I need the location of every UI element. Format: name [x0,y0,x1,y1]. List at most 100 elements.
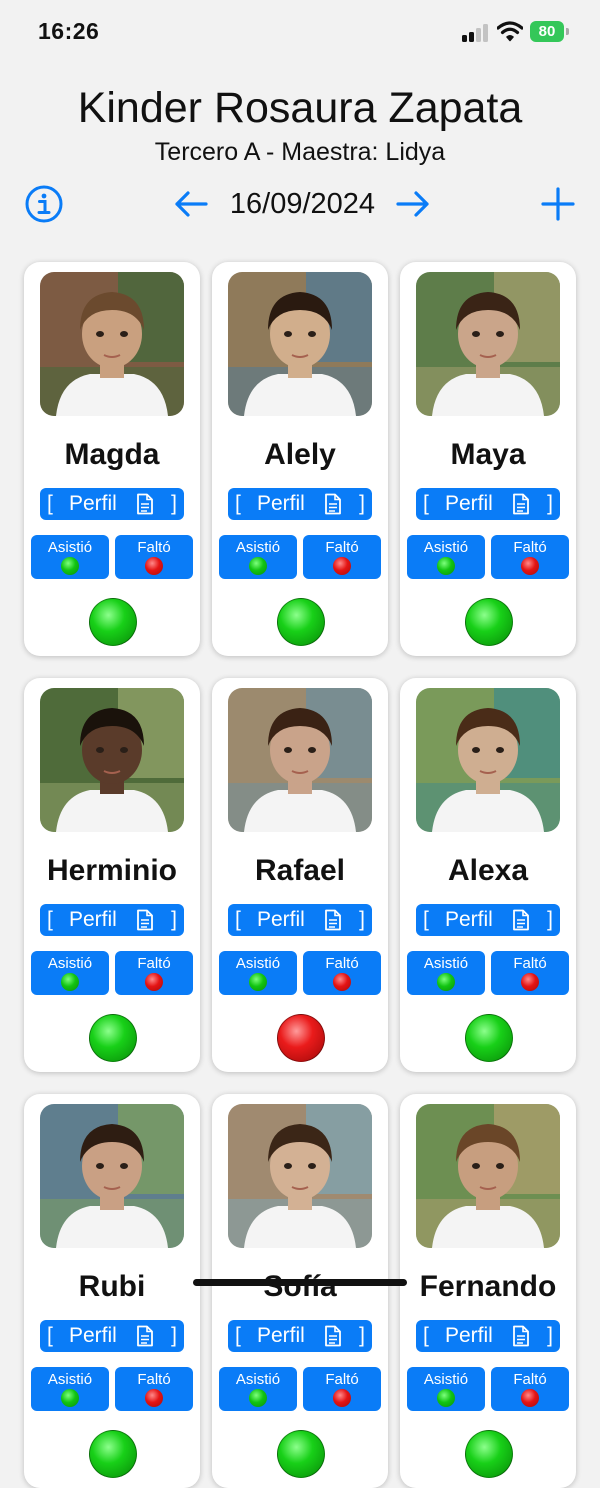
mark-absent-button[interactable]: Faltó [303,1367,381,1411]
present-label: Asistió [47,1371,93,1388]
mark-present-button[interactable]: Asistió [31,1367,109,1411]
battery-level: 80 [538,23,556,40]
bracket-open: [ [47,1324,53,1347]
previous-date-button[interactable] [170,183,212,225]
mark-present-button[interactable]: Asistió [407,1367,485,1411]
profile-button[interactable]: [Perfil] [416,1320,560,1352]
present-label: Asistió [47,955,93,972]
green-dot-icon [437,557,455,575]
red-dot-icon [521,973,539,991]
student-card[interactable]: Magda [Perfil] Asistió Faltó [24,262,200,656]
attendance-status-indicator [277,1430,325,1478]
bracket-open: [ [235,1324,241,1347]
green-dot-icon [61,1389,79,1407]
bracket-close: ] [359,492,365,515]
student-card[interactable]: Maya [Perfil] Asistió Faltó [400,262,576,656]
document-icon [137,1325,153,1347]
bracket-open: [ [423,908,429,931]
battery-icon: 80 [530,21,564,42]
profile-label: Perfil [445,1324,493,1347]
mark-present-button[interactable]: Asistió [407,535,485,579]
mark-absent-button[interactable]: Faltó [491,535,569,579]
student-photo [416,272,560,416]
absent-label: Faltó [137,539,171,556]
student-name: Rafael [254,854,346,887]
mark-present-button[interactable]: Asistió [219,1367,297,1411]
student-photo [228,1104,372,1248]
bracket-open: [ [235,492,241,515]
mark-present-button[interactable]: Asistió [31,951,109,995]
profile-label: Perfil [445,908,493,931]
wifi-icon [497,21,523,42]
info-button[interactable] [23,183,65,225]
absent-label: Faltó [513,1371,547,1388]
bracket-close: ] [171,1324,177,1347]
student-name: Herminio [46,854,178,887]
profile-button[interactable]: [ Perfil] [228,1320,372,1352]
profile-button[interactable]: [Perfil] [416,904,560,936]
absent-label: Faltó [513,955,547,972]
student-name: Alexa [447,854,529,887]
mark-absent-button[interactable]: Faltó [115,1367,193,1411]
plus-icon [541,187,575,221]
mark-present-button[interactable]: Asistió [407,951,485,995]
profile-button[interactable]: [Perfil] [40,1320,184,1352]
bracket-close: ] [359,1324,365,1347]
red-dot-icon [145,1389,163,1407]
absent-label: Faltó [137,1371,171,1388]
absent-label: Faltó [513,539,547,556]
green-dot-icon [61,973,79,991]
mark-present-button[interactable]: Asistió [31,535,109,579]
attendance-status-indicator [89,1014,137,1062]
student-photo [416,688,560,832]
red-dot-icon [145,973,163,991]
document-icon [325,1325,341,1347]
student-photo [40,272,184,416]
attendance-status-indicator [277,1014,325,1062]
student-name: Magda [64,438,160,471]
student-photo [40,1104,184,1248]
profile-button[interactable]: [Perfil] [416,488,560,520]
profile-button[interactable]: [Perfil] [228,904,372,936]
mark-absent-button[interactable]: Faltó [115,951,193,995]
attendance-status-indicator [465,598,513,646]
student-card[interactable]: Fernando[Perfil] Asistió Faltó [400,1094,576,1488]
profile-label: Perfil [257,492,305,515]
profile-button[interactable]: [Perfil] [40,904,184,936]
status-time: 16:26 [38,18,100,44]
bracket-open: [ [235,908,241,931]
home-indicator[interactable] [193,1279,407,1286]
profile-button[interactable]: [Perfil] [40,488,184,520]
present-label: Asistió [423,955,469,972]
arrow-right-icon [396,191,429,217]
red-dot-icon [333,973,351,991]
student-card[interactable]: Herminio [Perfil] Asistió Faltó [24,678,200,1072]
present-label: Asistió [235,539,281,556]
mark-present-button[interactable]: Asistió [219,951,297,995]
current-date: 16/09/2024 [229,188,376,220]
mark-absent-button[interactable]: Faltó [491,951,569,995]
profile-label: Perfil [69,492,117,515]
bracket-open: [ [47,908,53,931]
info-circle-icon [25,185,63,223]
mark-absent-button[interactable]: Faltó [303,951,381,995]
mark-absent-button[interactable]: Faltó [115,535,193,579]
profile-label: Perfil [445,492,493,515]
add-student-button[interactable] [537,183,579,225]
green-dot-icon [61,557,79,575]
student-card[interactable]: Rafael [Perfil] Asistió Faltó [212,678,388,1072]
student-card[interactable]: Sofía[Perfil] Asistió Faltó [212,1094,388,1488]
mark-present-button[interactable]: Asistió [219,535,297,579]
profile-label: Perfil [257,1324,305,1347]
student-card[interactable]: Alexa [Perfil] Asistió Faltó [400,678,576,1072]
mark-absent-button[interactable]: Faltó [491,1367,569,1411]
student-card[interactable]: Alely [Perfil] Asistió Faltó [212,262,388,656]
bracket-close: ] [547,492,553,515]
document-icon [513,1325,529,1347]
next-date-button[interactable] [392,183,434,225]
profile-button[interactable]: [ Perfil] [228,488,372,520]
mark-absent-button[interactable]: Faltó [303,535,381,579]
present-label: Asistió [47,539,93,556]
student-card[interactable]: Rubi[Perfil] Asistió Faltó [24,1094,200,1488]
green-dot-icon [437,973,455,991]
